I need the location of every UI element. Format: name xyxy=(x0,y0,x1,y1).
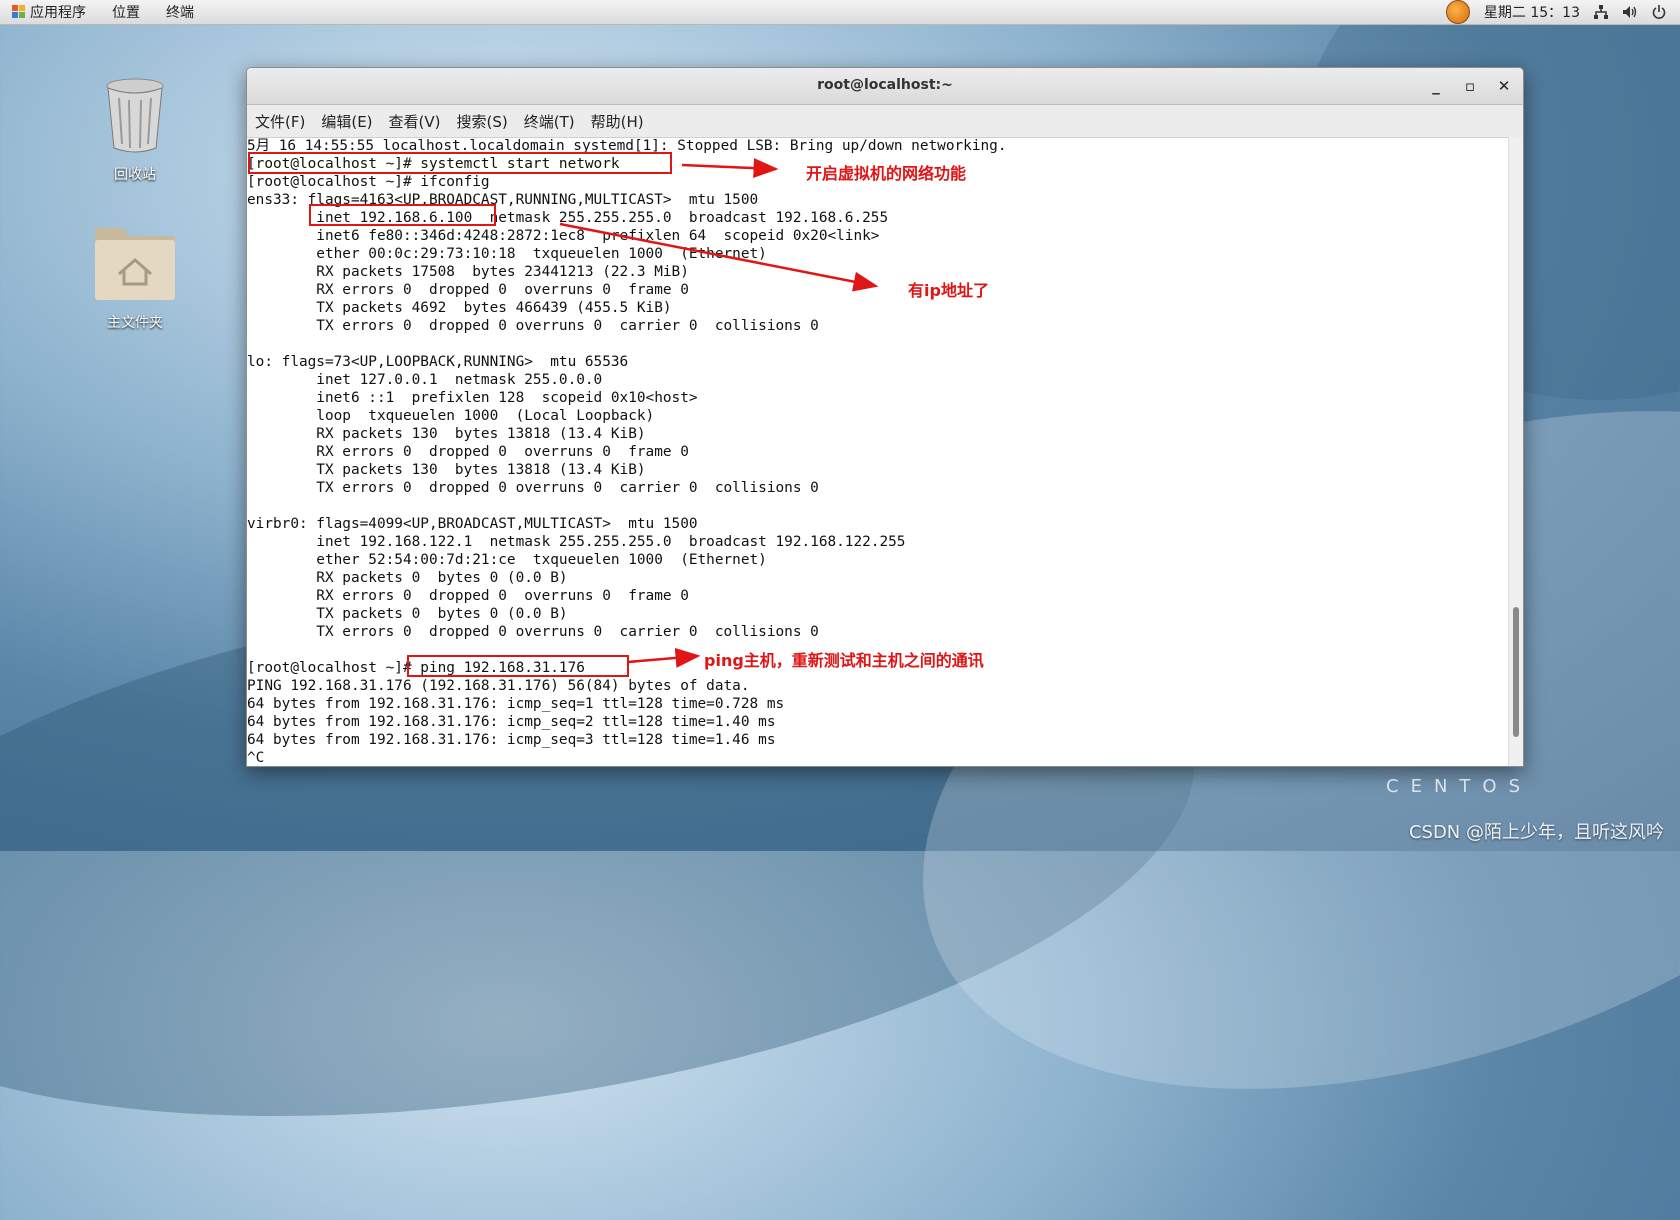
terminal-line: RX errors 0 dropped 0 overruns 0 frame 0 xyxy=(247,444,689,460)
terminal-line: TX errors 0 dropped 0 overruns 0 carrier… xyxy=(247,480,819,496)
maximize-button[interactable]: ▫ xyxy=(1459,75,1481,97)
places-menu[interactable]: 位置 xyxy=(100,0,154,24)
terminal-line: TX packets 0 bytes 0 (0.0 B) xyxy=(247,606,568,622)
terminal-line: RX errors 0 dropped 0 overruns 0 frame 0 xyxy=(247,588,689,604)
terminal-line: RX packets 130 bytes 13818 (13.4 KiB) xyxy=(247,426,646,442)
terminal-line: RX packets 17508 bytes 23441213 (22.3 Mi… xyxy=(247,264,689,280)
terminal-line: inet6 ::1 prefixlen 128 scopeid 0x10<hos… xyxy=(247,390,698,406)
terminal-line: inet 127.0.0.1 netmask 255.0.0.0 xyxy=(247,372,603,388)
terminal-line: TX packets 130 bytes 13818 (13.4 KiB) xyxy=(247,462,646,478)
close-button[interactable]: ✕ xyxy=(1493,75,1515,97)
terminal-line: 64 bytes from 192.168.31.176: icmp_seq=3… xyxy=(247,732,776,748)
terminal-line: 5月 16 14:55:55 localhost.localdomain sys… xyxy=(247,138,1007,154)
terminal-line: inet 192.168.6.100 netmask 255.255.255.0… xyxy=(247,210,889,226)
terminal-line: ether 00:0c:29:73:10:18 txqueuelen 1000 … xyxy=(247,246,767,262)
csdn-watermark: CSDN @陌上少年，且听这风吟 xyxy=(1408,822,1664,843)
applications-icon xyxy=(12,5,26,19)
window-title: root@localhost:~ xyxy=(817,77,953,93)
terminal-line: RX packets 0 bytes 0 (0.0 B) xyxy=(247,570,568,586)
terminal-line: virbr0: flags=4099<UP,BROADCAST,MULTICAS… xyxy=(247,516,698,532)
terminal-line: TX packets 4692 bytes 466439 (455.5 KiB) xyxy=(247,300,672,316)
user-avatar[interactable] xyxy=(1445,0,1470,24)
annotation-ping-host: ping主机，重新测试和主机之间的通讯 xyxy=(704,651,984,670)
centos-logo-text: CENTOS xyxy=(1386,776,1532,797)
power-icon[interactable] xyxy=(1652,5,1666,19)
terminal-line: 64 bytes from 192.168.31.176: icmp_seq=1… xyxy=(247,696,785,712)
window-menubar: 文件(F) 编辑(E) 查看(V) 搜索(S) 终端(T) 帮助(H) xyxy=(247,105,1523,138)
home-folder-icon xyxy=(95,228,175,300)
window-titlebar[interactable]: root@localhost:~ _ ▫ ✕ xyxy=(247,68,1523,105)
network-icon[interactable] xyxy=(1594,5,1608,19)
home-folder-label: 主文件夹 xyxy=(107,315,163,331)
terminal-line: lo: flags=73<UP,LOOPBACK,RUNNING> mtu 65… xyxy=(247,354,629,370)
terminal-line: inet6 fe80::346d:4248:2872:1ec8 prefixle… xyxy=(247,228,880,244)
menu-help[interactable]: 帮助(H) xyxy=(591,111,644,132)
terminal-line: RX errors 0 dropped 0 overruns 0 frame 0 xyxy=(247,282,689,298)
system-tray: 星期二 15：13 xyxy=(1445,0,1680,24)
clock[interactable]: 星期二 15：13 xyxy=(1484,2,1580,22)
terminal-line: PING 192.168.31.176 (192.168.31.176) 56(… xyxy=(247,678,750,694)
terminal-line: inet 192.168.122.1 netmask 255.255.255.0… xyxy=(247,534,906,550)
terminal-line: TX errors 0 dropped 0 overruns 0 carrier… xyxy=(247,318,819,334)
applications-menu[interactable]: 应用程序 xyxy=(0,0,100,24)
terminal-line: TX errors 0 dropped 0 overruns 0 carrier… xyxy=(247,624,819,640)
menu-search[interactable]: 搜索(S) xyxy=(457,111,508,132)
annotation-has-ip: 有ip地址了 xyxy=(908,281,989,300)
terminal-line: 64 bytes from 192.168.31.176: icmp_seq=2… xyxy=(247,714,776,730)
terminal-line: ether 52:54:00:7d:21:ce txqueuelen 1000 … xyxy=(247,552,767,568)
avatar-icon xyxy=(1445,0,1470,24)
terminal-line: ens33: flags=4163<UP,BROADCAST,RUNNING,M… xyxy=(247,192,759,208)
annotation-network-start: 开启虚拟机的网络功能 xyxy=(806,164,967,183)
volume-icon[interactable] xyxy=(1622,5,1638,19)
home-folder-desktop-icon[interactable]: 主文件夹 xyxy=(80,222,190,332)
minimize-button[interactable]: _ xyxy=(1425,75,1447,97)
menu-edit[interactable]: 编辑(E) xyxy=(321,111,372,132)
terminal-scrollbar[interactable] xyxy=(1508,137,1523,766)
terminal-line: ^C xyxy=(247,750,265,766)
menu-view[interactable]: 查看(V) xyxy=(389,111,441,132)
trash-label: 回收站 xyxy=(114,167,156,183)
menu-file[interactable]: 文件(F) xyxy=(255,111,305,132)
terminal-menu[interactable]: 终端 xyxy=(154,0,208,24)
menu-terminal[interactable]: 终端(T) xyxy=(524,111,575,132)
trash-icon xyxy=(106,78,164,153)
trash-desktop-icon[interactable]: 回收站 xyxy=(80,76,190,184)
terminal-line: loop txqueuelen 1000 (Local Loopback) xyxy=(247,408,655,424)
terminal-output[interactable]: 5月 16 14:55:55 localhost.localdomain sys… xyxy=(247,137,1509,766)
scrollbar-thumb[interactable] xyxy=(1513,607,1519,737)
top-panel: 应用程序 位置 终端 星期二 15：13 xyxy=(0,0,1680,25)
